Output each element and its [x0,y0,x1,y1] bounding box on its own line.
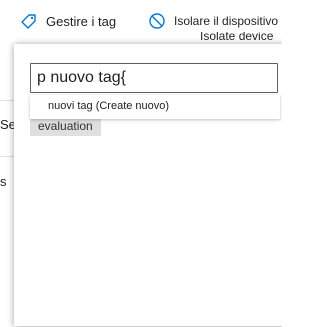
background-text-fragment: s [0,174,7,189]
divider [0,156,14,157]
screen: Gestire i tag Isolare il dispositivo Iso… [0,0,282,327]
isolate-device-button[interactable]: Isolare il dispositivo Isolate device [148,10,279,43]
tag-chip[interactable]: evaluation [30,118,101,136]
isolate-device-label: Isolare il dispositivo Isolate device [174,14,279,43]
manage-tags-label: Gestire i tag [46,13,117,29]
divider [0,100,14,101]
isolate-device-ghost-label: Isolate device [200,29,274,43]
isolate-device-text: Isolare il dispositivo [174,14,279,28]
tag-panel: nuovi tag (Create nuovo) evaluation [14,44,282,326]
manage-tags-button[interactable]: Gestire i tag [20,10,116,32]
tag-suggestion-dropdown: nuovi tag (Create nuovo) [30,95,280,119]
block-icon [148,12,166,30]
tag-icon [20,12,38,30]
create-tag-suggestion[interactable]: nuovi tag (Create nuovo) [48,100,169,112]
toolbar: Gestire i tag Isolare il dispositivo Iso… [0,0,282,43]
background-page: Se s [0,42,16,327]
tag-input[interactable] [30,63,278,93]
